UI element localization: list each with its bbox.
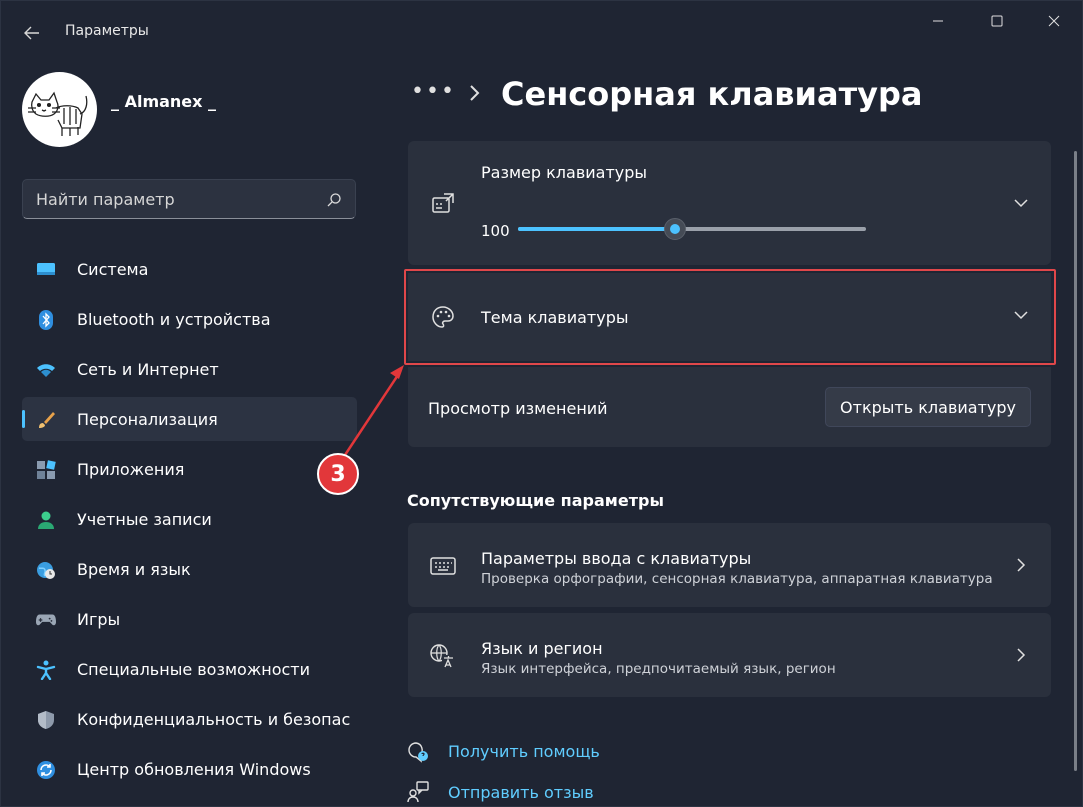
chevron-right-icon	[470, 85, 480, 101]
language-region-subtitle: Язык интерфейса, предпочитаемый язык, ре…	[481, 661, 836, 677]
sidebar-item-label: Bluetooth и устройства	[77, 309, 271, 329]
sidebar-item-privacy[interactable]: Конфиденциальность и безопас	[22, 697, 357, 741]
settings-window: Параметры _ Almanex _ Найти параметр Сис…	[0, 0, 1083, 807]
user-name: _ Almanex _	[111, 92, 217, 111]
open-keyboard-button[interactable]: Открыть клавиатуру	[825, 387, 1031, 427]
keyboard-size-title: Размер клавиатуры	[481, 163, 648, 182]
scrollbar[interactable]	[1074, 151, 1077, 771]
search-input[interactable]	[36, 190, 306, 209]
sidebar-item-label: Специальные возможности	[77, 659, 311, 679]
update-icon	[36, 760, 56, 780]
apps-icon	[36, 460, 56, 480]
search-icon[interactable]	[325, 191, 343, 209]
related-settings-title: Сопутствующие параметры	[407, 491, 664, 510]
page-title: Сенсорная клавиатура	[501, 75, 923, 113]
resize-icon	[430, 191, 456, 217]
sidebar-item-label: Персонализация	[77, 409, 218, 429]
shield-icon	[36, 710, 56, 730]
chevron-right-icon	[1017, 558, 1026, 572]
sidebar-item-accounts[interactable]: Учетные записи	[22, 497, 357, 541]
sidebar-item-label: Время и язык	[77, 559, 191, 579]
keyboard-input-subtitle: Проверка орфографии, сенсорная клавиатур…	[481, 571, 993, 587]
get-help-link[interactable]: Получить помощь	[448, 742, 600, 761]
system-icon	[36, 260, 56, 280]
highlight-frame	[404, 269, 1056, 365]
title-bar: Параметры	[1, 1, 1082, 63]
minimize-button[interactable]	[908, 1, 968, 41]
accessibility-icon	[36, 660, 56, 680]
gamepad-icon	[36, 610, 56, 630]
app-title: Параметры	[65, 23, 149, 39]
sidebar-item-label: Игры	[77, 609, 121, 629]
sidebar-item-label: Приложения	[77, 459, 185, 479]
brush-icon	[36, 410, 56, 430]
account-icon	[36, 510, 56, 530]
help-icon[interactable]	[407, 741, 429, 763]
search-box[interactable]	[22, 179, 356, 219]
sidebar-item-label: Конфиденциальность и безопас	[77, 709, 351, 729]
sidebar-item-personalization[interactable]: Персонализация	[22, 397, 357, 441]
bluetooth-icon	[36, 310, 56, 330]
chevron-right-icon	[1017, 648, 1026, 662]
close-icon	[1048, 15, 1060, 27]
send-feedback-link[interactable]: Отправить отзыв	[448, 783, 594, 802]
breadcrumb-more-button[interactable]: •••	[411, 79, 456, 104]
arrow-left-icon	[24, 26, 39, 40]
keyboard-icon	[430, 553, 456, 579]
sidebar-item-time-language[interactable]: Время и язык	[22, 547, 357, 591]
minimize-icon	[933, 20, 943, 22]
sidebar-item-windows-update[interactable]: Центр обновления Windows	[22, 747, 357, 791]
slider-fill	[518, 227, 675, 231]
sidebar-item-gaming[interactable]: Игры	[22, 597, 357, 641]
sidebar-item-network[interactable]: Сеть и Интернет	[22, 347, 357, 391]
sidebar-item-label: Центр обновления Windows	[77, 759, 311, 779]
keyboard-size-card[interactable]: Размер клавиатуры 100	[408, 141, 1051, 265]
sidebar-item-label: Система	[77, 259, 149, 279]
maximize-button[interactable]	[967, 1, 1027, 41]
keyboard-input-settings-card[interactable]: Параметры ввода с клавиатуры Проверка ор…	[408, 523, 1051, 607]
sidebar-nav: Система Bluetooth и устройства Сеть и Ин…	[22, 247, 357, 797]
back-button[interactable]	[15, 19, 49, 47]
globe-clock-icon	[36, 560, 56, 580]
language-region-title: Язык и регион	[481, 639, 603, 658]
chevron-down-icon[interactable]	[1013, 195, 1029, 211]
wifi-icon	[36, 360, 56, 380]
preview-label: Просмотр изменений	[428, 399, 608, 418]
avatar[interactable]	[22, 72, 97, 147]
sidebar-item-system[interactable]: Система	[22, 247, 357, 291]
keyboard-input-title: Параметры ввода с клавиатуры	[481, 549, 752, 568]
sidebar-item-accessibility[interactable]: Специальные возможности	[22, 647, 357, 691]
step-badge: 3	[317, 453, 359, 495]
language-icon	[430, 643, 456, 669]
maximize-icon	[991, 15, 1003, 27]
keyboard-size-value: 100	[481, 222, 510, 240]
keyboard-size-slider[interactable]	[518, 218, 866, 240]
preview-card: Просмотр изменений Открыть клавиатуру	[408, 367, 1051, 447]
slider-thumb[interactable]	[663, 218, 686, 240]
language-region-card[interactable]: Язык и регион Язык интерфейса, предпочит…	[408, 613, 1051, 697]
cat-avatar-icon	[28, 91, 88, 136]
sidebar-item-label: Сеть и Интернет	[77, 359, 219, 379]
sidebar-item-label: Учетные записи	[77, 509, 212, 529]
close-button[interactable]	[1024, 1, 1083, 41]
sidebar-item-bluetooth[interactable]: Bluetooth и устройства	[22, 297, 357, 341]
feedback-icon[interactable]	[407, 781, 429, 803]
sidebar-item-apps[interactable]: Приложения	[22, 447, 357, 491]
